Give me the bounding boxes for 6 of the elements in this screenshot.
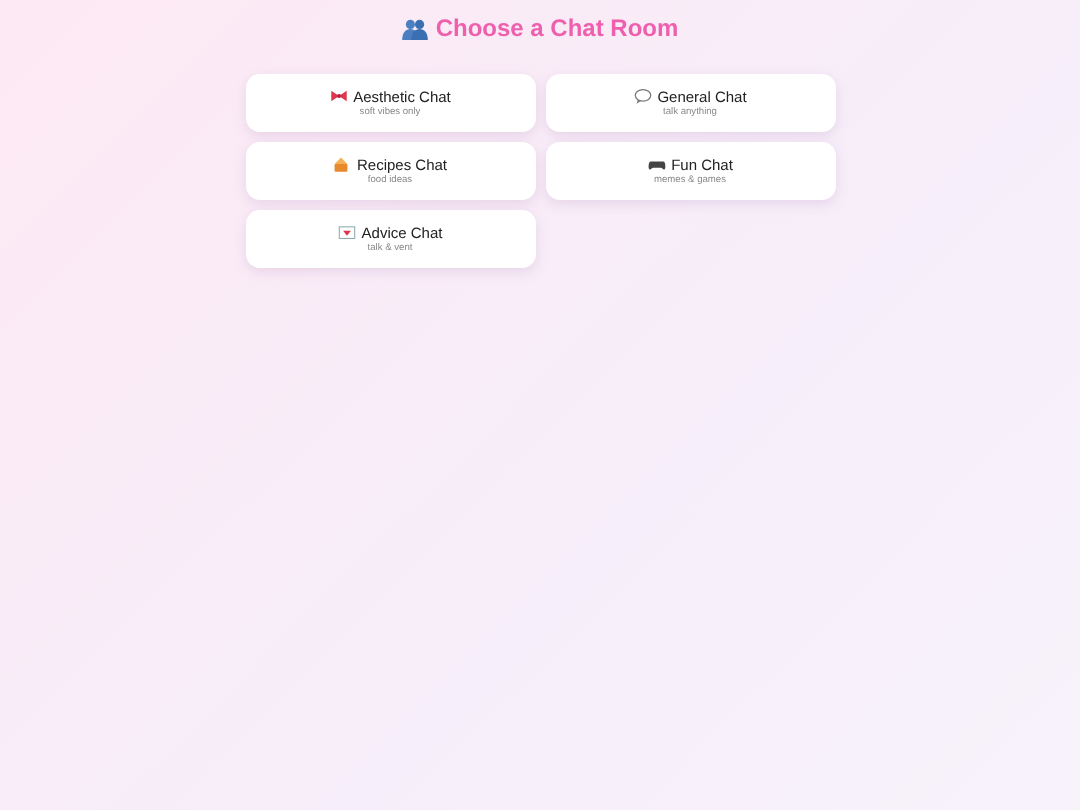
people-icon bbox=[401, 17, 428, 39]
page-title: Choose a Chat Room bbox=[435, 12, 679, 44]
bow-icon bbox=[329, 88, 348, 104]
gamepad-icon bbox=[647, 156, 666, 172]
letter-icon bbox=[337, 224, 356, 240]
speech-icon bbox=[633, 88, 652, 104]
